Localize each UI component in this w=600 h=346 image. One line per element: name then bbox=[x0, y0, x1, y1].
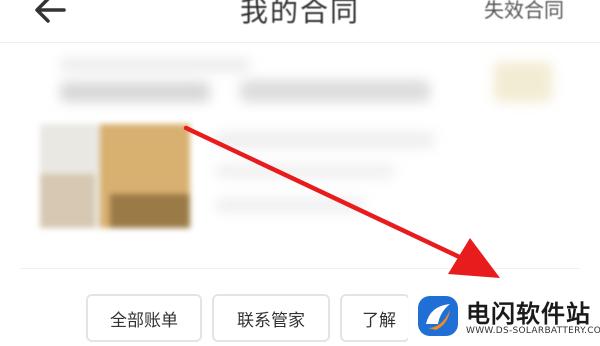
blurred-text-line bbox=[240, 80, 430, 102]
divider bbox=[20, 268, 580, 269]
top-nav-bar: 我的合同 失效合同 bbox=[0, 0, 600, 43]
blurred-text-line bbox=[60, 58, 250, 72]
contract-thumbnail bbox=[40, 124, 190, 228]
blurred-text-line bbox=[215, 132, 435, 148]
blurred-badge bbox=[494, 62, 552, 102]
site-watermark: 电闪软件站 WWW.DS-SOLARBATTERY.COM bbox=[408, 288, 600, 346]
learn-more-button[interactable]: 了解 bbox=[340, 294, 410, 342]
watermark-url: WWW.DS-SOLARBATTERY.COM bbox=[466, 326, 600, 336]
contract-screen: 我的合同 失效合同 全部账单 联系管家 了解 电闪软件站 WWW.DS-SOLA… bbox=[0, 0, 600, 346]
all-bills-button[interactable]: 全部账单 bbox=[86, 294, 202, 342]
contact-manager-button[interactable]: 联系管家 bbox=[212, 294, 330, 342]
expired-contracts-link[interactable]: 失效合同 bbox=[484, 0, 564, 23]
blurred-text-line bbox=[215, 198, 365, 212]
site-logo-icon bbox=[418, 296, 458, 336]
blurred-text-line bbox=[215, 164, 395, 178]
blurred-text-line bbox=[60, 82, 210, 102]
watermark-site-name: 电闪软件站 bbox=[466, 300, 591, 328]
